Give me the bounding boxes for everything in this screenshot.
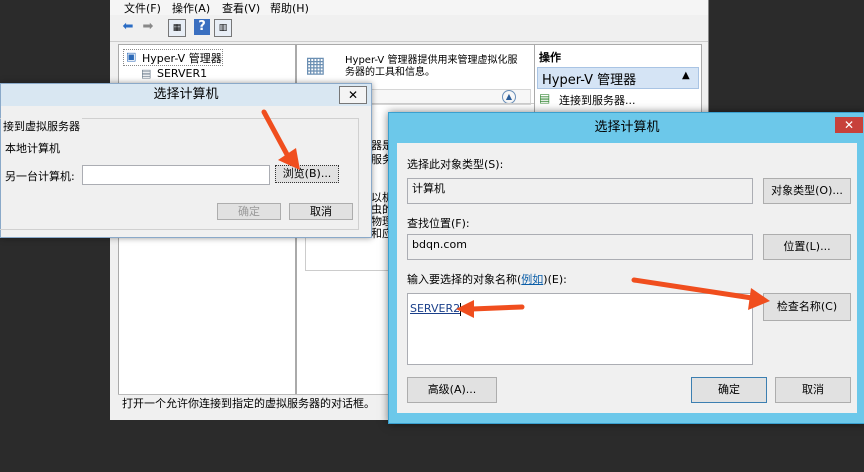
annotation-arrows	[261, 109, 770, 318]
arrow-to-check-names-icon	[631, 277, 770, 310]
arrow-to-name-value-icon	[456, 300, 525, 318]
arrow-to-browse-icon	[261, 109, 300, 170]
